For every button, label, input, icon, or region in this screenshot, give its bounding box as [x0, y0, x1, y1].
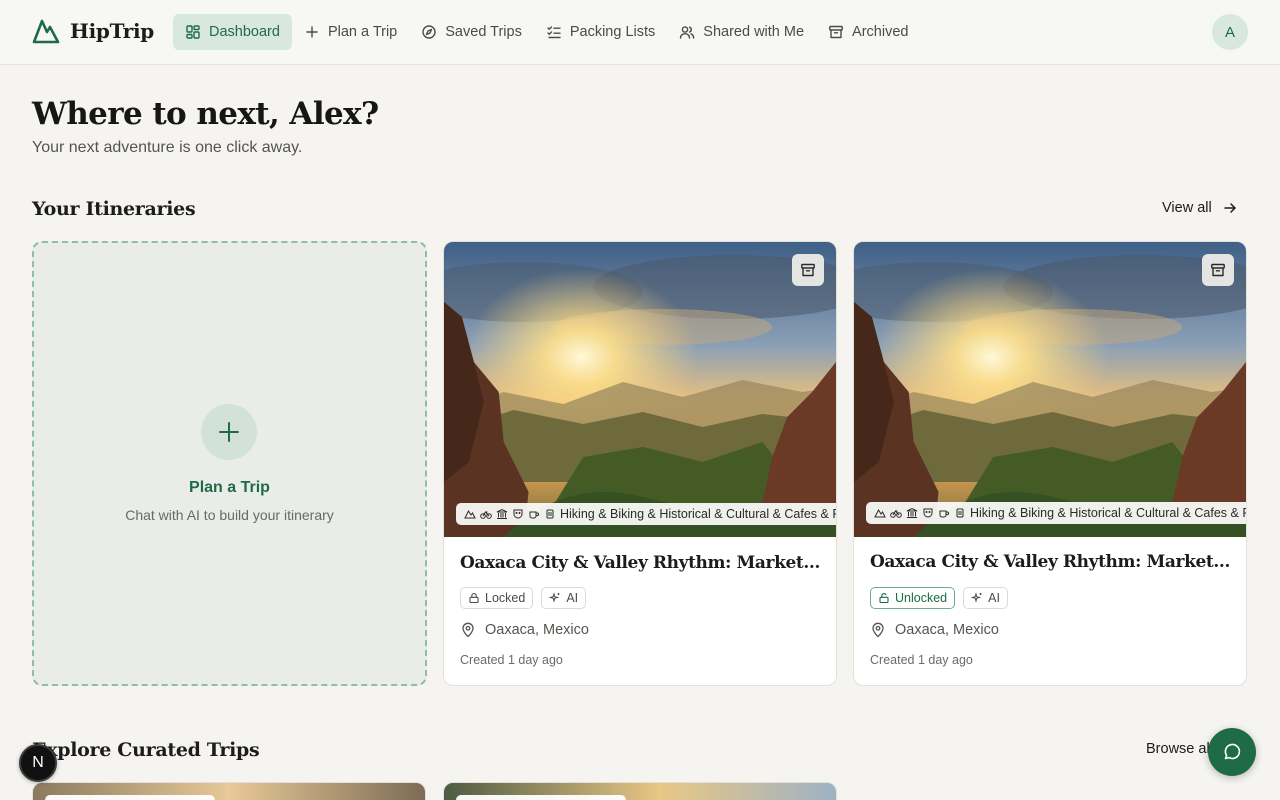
trip-created: Created 1 day ago [460, 653, 563, 667]
checklist-icon [547, 26, 561, 39]
status-badge: Locked [460, 587, 534, 609]
dev-tools-badge[interactable]: N [19, 744, 57, 782]
activity-tags-text: Hiking & Biking & Historical & Cultural … [970, 506, 1246, 520]
mountain-sunset-image [444, 242, 836, 537]
chat-button[interactable] [1208, 728, 1256, 776]
section-title-itineraries: Your Itineraries [32, 198, 196, 220]
mountain-icon [874, 508, 886, 518]
mountain-icon [464, 509, 476, 519]
nav-item-label: Dashboard [209, 24, 280, 40]
archive-icon [829, 25, 843, 39]
status-badge-label: Locked [485, 591, 526, 605]
nav-item-packing-lists[interactable]: Packing Lists [534, 14, 667, 50]
nav-item-label: Shared with Me [703, 24, 805, 40]
trip-cover-image [444, 242, 836, 537]
ai-badge: AI [963, 587, 1008, 609]
page-title: Where to next, Alex? [32, 96, 379, 132]
ai-badge: AI [541, 587, 587, 609]
brand-logo[interactable]: HipTrip [32, 18, 154, 44]
plus-icon [219, 422, 239, 442]
archive-icon [801, 263, 815, 277]
top-navigation-bar: HipTrip Dashboard Plan a Trip Saved Trip… [0, 0, 1280, 65]
mountain-logo-icon [32, 19, 60, 44]
plan-trip-card[interactable]: Plan a Trip Chat with AI to build your i… [32, 241, 427, 686]
activity-tags: Hiking & Biking & Historical & Cultural … [456, 503, 836, 525]
compass-icon [422, 25, 436, 39]
plan-trip-plus-circle [201, 404, 257, 460]
status-badge-label: Unlocked [895, 591, 948, 605]
nav-item-saved-trips[interactable]: Saved Trips [409, 14, 534, 50]
utensils-icon [956, 508, 964, 518]
nav-item-label: Archived [852, 24, 909, 40]
user-avatar[interactable]: A [1212, 14, 1248, 50]
curated-trip-card[interactable] [443, 782, 837, 800]
nav-item-label: Packing Lists [569, 24, 656, 40]
coffee-icon [939, 510, 950, 518]
users-icon [680, 26, 695, 39]
ai-badge-label: AI [988, 591, 1000, 605]
status-badge: Unlocked [870, 587, 956, 609]
trip-created: Created 1 day ago [870, 653, 973, 667]
sparkles-icon [971, 592, 982, 603]
trip-location: Oaxaca, Mexico [460, 622, 589, 638]
nav-item-archived[interactable]: Archived [816, 14, 920, 50]
landmark-icon [906, 507, 918, 518]
trip-cover-image [854, 242, 1246, 537]
ai-badge-label: AI [566, 591, 579, 605]
nav-item-label: Plan a Trip [327, 24, 398, 40]
nav-item-label: Saved Trips [445, 24, 522, 40]
brand-name: HipTrip [70, 19, 154, 43]
browse-all-label: Browse all [1146, 741, 1213, 757]
nav-item-shared-with-me[interactable]: Shared with Me [667, 14, 816, 50]
arrow-right-icon [1223, 203, 1236, 213]
trip-location-label: Oaxaca, Mexico [895, 622, 999, 638]
main-nav: Dashboard Plan a Trip Saved Trips Packin… [173, 14, 920, 50]
plan-trip-subtitle: Chat with AI to build your itinerary [125, 507, 334, 523]
bike-icon [480, 511, 492, 519]
utensils-icon [546, 509, 554, 519]
plus-icon [306, 26, 318, 38]
curated-tag-pill [45, 795, 215, 800]
bike-icon [890, 510, 902, 518]
landmark-icon [496, 508, 508, 519]
trip-card[interactable]: Hiking & Biking & Historical & Cultural … [443, 241, 837, 686]
trip-location: Oaxaca, Mexico [870, 622, 999, 638]
trip-location-label: Oaxaca, Mexico [485, 622, 589, 638]
curated-trip-card[interactable] [32, 782, 426, 800]
nav-item-dashboard[interactable]: Dashboard [173, 14, 292, 50]
trip-badges: Unlocked AI [870, 587, 1008, 609]
unlock-icon [879, 593, 889, 604]
section-title-curated: Explore Curated Trips [32, 739, 260, 761]
plan-trip-title: Plan a Trip [189, 479, 270, 496]
coffee-icon [529, 511, 540, 519]
mountain-sunset-image [854, 242, 1246, 537]
theater-icon [923, 508, 933, 518]
activity-tags: Hiking & Biking & Historical & Cultural … [866, 502, 1246, 524]
dashboard-grid-icon [186, 25, 200, 39]
trip-card[interactable]: Hiking & Biking & Historical & Cultural … [853, 241, 1247, 686]
lock-icon [469, 593, 479, 604]
archive-icon [1211, 263, 1225, 277]
activity-tags-text: Hiking & Biking & Historical & Cultural … [560, 507, 836, 521]
page-subtitle: Your next adventure is one click away. [32, 139, 303, 156]
map-pin-icon [462, 622, 474, 638]
map-pin-icon [872, 622, 884, 638]
theater-icon [513, 509, 523, 519]
curated-tag-pill [456, 795, 626, 800]
view-all-label: View all [1162, 200, 1212, 216]
trip-title: Oaxaca City & Valley Rhythm: Markets, Me… [460, 553, 822, 573]
trip-badges: Locked AI [460, 587, 587, 609]
archive-trip-button[interactable] [1202, 254, 1234, 286]
trip-title: Oaxaca City & Valley Rhythm: Markets, Me… [870, 552, 1232, 572]
nav-item-plan-a-trip[interactable]: Plan a Trip [292, 14, 409, 50]
archive-trip-button[interactable] [792, 254, 824, 286]
sparkles-icon [549, 592, 560, 603]
chat-bubble-icon [1224, 743, 1241, 760]
view-all-link[interactable]: View all [1162, 200, 1238, 216]
